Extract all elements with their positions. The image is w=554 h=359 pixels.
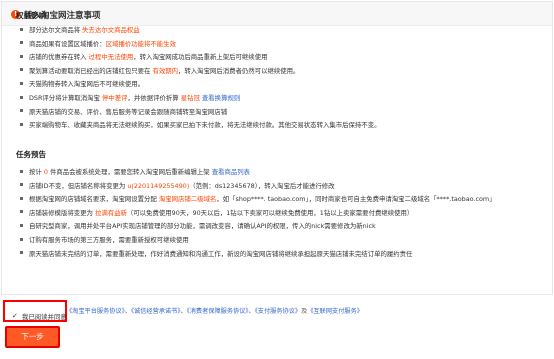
list-item: 店铺装修模版将变更为 拉满有益新（可以免费使用90天，90天以后，1钻以下卖家可… <box>20 208 544 218</box>
bullet-icon <box>20 95 23 99</box>
bullet-icon <box>20 122 23 126</box>
agreement-link[interactable]: 《互联网支付服务》 <box>307 308 363 315</box>
text-segment: 按计 <box>29 168 44 176</box>
list-item: DSR评分将计算取消淘宝 停中差评，并依据评价折算 星钻冠 查看换算规则 <box>20 93 544 103</box>
text-segment: 区域播价功能将不能生效 <box>105 39 176 48</box>
inline-link[interactable]: 查看商品列表 <box>212 168 250 176</box>
list-item: 自研究型商家，调用并处平台API实现店铺管理的部分功能，需调改变容，请确认API… <box>20 221 544 231</box>
text-segment: 有效期内 <box>152 66 179 75</box>
bullet-icon <box>20 109 23 113</box>
bullet-icon <box>20 41 23 45</box>
inline-link[interactable]: 查看换算规则 <box>202 94 240 102</box>
bullet-icon <box>20 27 23 31</box>
text-segment: 过程中无法使用 <box>88 53 134 62</box>
agree-label: 我已阅读并同意 <box>22 313 67 321</box>
text-segment: ，转入淘宝网后消费者仍然可以继续使用。 <box>178 66 300 75</box>
text-segment: 店铺装修模版将变更为 <box>29 208 95 217</box>
text-segment: ，如「shop****. taobao.com」，同时商家也可自主免费申请淘宝二… <box>216 195 496 204</box>
text-segment: 件商品会被系统处理，需要您转入淘宝网后重新编辑上架 <box>47 168 212 176</box>
text-segment: 原天猫店铺的交易、评价、售后服务等记录会跟随商铺转至淘宝网店铺 <box>29 107 228 116</box>
text-segment: 根据淘宝网的店铺域名要求，淘宝网设置分配 <box>29 195 159 204</box>
bullet-icon <box>20 223 23 227</box>
bullet-icon <box>20 237 23 241</box>
text-segment: （范例：ds12345678），转入淘宝后才能进行修改 <box>189 181 335 190</box>
check-icon[interactable]: ✓ <box>12 312 20 320</box>
bullet-icon <box>20 183 23 187</box>
bullet-icon <box>20 251 23 255</box>
text-segment: 停中差评 <box>101 94 128 102</box>
bullet-icon <box>20 210 23 214</box>
notice-panel: ! 转入淘宝网注意事项 权益影响 部分达尔文商品将 失去达尔文商品权益 商品如果有设… <box>1 1 553 295</box>
text-segment: 淘宝网店铺二级域名 <box>158 195 217 204</box>
text-segment: （可以免费使用90天，90天以后，1钻以下卖家可以继续免费使用，1钻以上卖家需要… <box>126 208 414 217</box>
panel-header: ! 转入淘宝网注意事项 <box>2 2 552 26</box>
section-title: 任务预告 <box>16 150 46 159</box>
bullet-icon <box>20 81 23 85</box>
list-item: 店铺的优惠券在转入 过程中无法使用，转入淘宝网成功后商品重新上架后可继续使用 <box>20 52 544 62</box>
text-segment: DSR评分将计算取消淘宝 <box>29 94 102 102</box>
agree-highlight[interactable]: ✓ 我已阅读并同意 <box>3 300 67 322</box>
list-item: 按计 0 件商品会被系统处理，需要您转入淘宝网后重新编辑上架 查看商品列表 <box>20 167 544 177</box>
text-segment: 星钻冠 <box>180 94 200 102</box>
list-item: 商品如果有设置区域播价：区域播价功能将不能生效 <box>20 39 544 49</box>
text-segment: 部分达尔文商品将 <box>29 26 83 34</box>
agreement-link[interactable]: 《淘宝平台服务协议》 <box>66 308 125 315</box>
list-item: 原天猫店铺的交易、评价、售后服务等记录会跟随商铺转至淘宝网店铺 <box>20 107 544 117</box>
bullet-icon <box>20 169 23 173</box>
section-title: 权益影响 <box>16 11 46 20</box>
text-segment: 店铺ID不变，但店铺名称将变更为 <box>29 181 128 190</box>
text-segment: 店铺的优惠券在转入 <box>29 53 89 62</box>
text-segment: 聚划算活动要取消已经出的店铺红包只要在 <box>29 66 153 75</box>
agreement-link[interactable]: 《诚信经营承诺书》 <box>131 308 181 315</box>
text-segment: 原天猫店铺未完结的订单，需要重新处理，作好消费通知和沟通工作，新设的淘宝网店铺将… <box>29 249 413 258</box>
agreement-link[interactable]: 《消费者保障服务协议》 <box>187 308 249 315</box>
text-segment: 拉满有益新 <box>94 208 127 217</box>
text-segment: 商品如果有设置区域播价： <box>29 39 106 48</box>
agreement-link[interactable]: 《支付服务协议》 <box>255 308 301 315</box>
list-item: 聚划算活动要取消已经出的店铺红包只要在 有效期内，转入淘宝网后消费者仍然可以继续… <box>20 66 544 76</box>
bullet-icon <box>20 196 23 200</box>
text-segment: 订购有服务市场的第三方服务，需要重新授权可继续使用 <box>29 236 189 244</box>
text-segment: 天猫购物券转入淘宝网后不可继续使用。 <box>29 80 145 89</box>
list-item: 根据淘宝网的店铺域名要求，淘宝网设置分配 淘宝网店铺二级域名，如「shop***… <box>20 194 544 204</box>
list-item: 天猫购物券转入淘宝网后不可继续使用。 <box>20 79 544 89</box>
list-item: 订购有服务市场的第三方服务，需要重新授权可继续使用 <box>20 235 544 245</box>
text-segment: u(2201149255490) <box>127 181 190 190</box>
list-item: 买家端购物车、收藏夹商品将无法继续购买，如果买家已拍下未付款，将无法继续付款。其… <box>20 120 544 130</box>
footer: ✓ 我已阅读并同意 《淘宝平台服务协议》、《诚信经营承诺书》、《消费者保障服务协… <box>0 296 554 359</box>
list-item: 部分达尔文商品将 失去达尔文商品权益 <box>20 25 544 35</box>
next-step-button[interactable]: 下一步 <box>5 326 60 348</box>
list-item: 店铺ID不变，但店铺名称将变更为 u(2201149255490)（范例：ds1… <box>20 181 544 191</box>
bullet-icon <box>20 68 23 72</box>
list-item: 原天猫店铺未完结的订单，需要重新处理，作好消费通知和沟通工作，新设的淘宝网店铺将… <box>20 249 544 259</box>
text-segment: 失去达尔文商品权益 <box>82 26 140 34</box>
bullet-icon <box>20 54 23 58</box>
text-segment: 自研究型商家，调用并处平台API实现店铺管理的部分功能，需调改变容，请确认API… <box>29 222 376 231</box>
text-segment: 买家端购物车、收藏夹商品将无法继续购买，如果买家已拍下未付款，将无法继续付款。其… <box>29 121 381 130</box>
agreement-links: 《淘宝平台服务协议》、《诚信经营承诺书》、《消费者保障服务协议》、《支付服务协议… <box>66 306 363 315</box>
text-segment: ，并依据评价折算 <box>127 94 181 102</box>
text-segment: ，转入淘宝网成功后商品重新上架后可继续使用 <box>133 53 268 62</box>
